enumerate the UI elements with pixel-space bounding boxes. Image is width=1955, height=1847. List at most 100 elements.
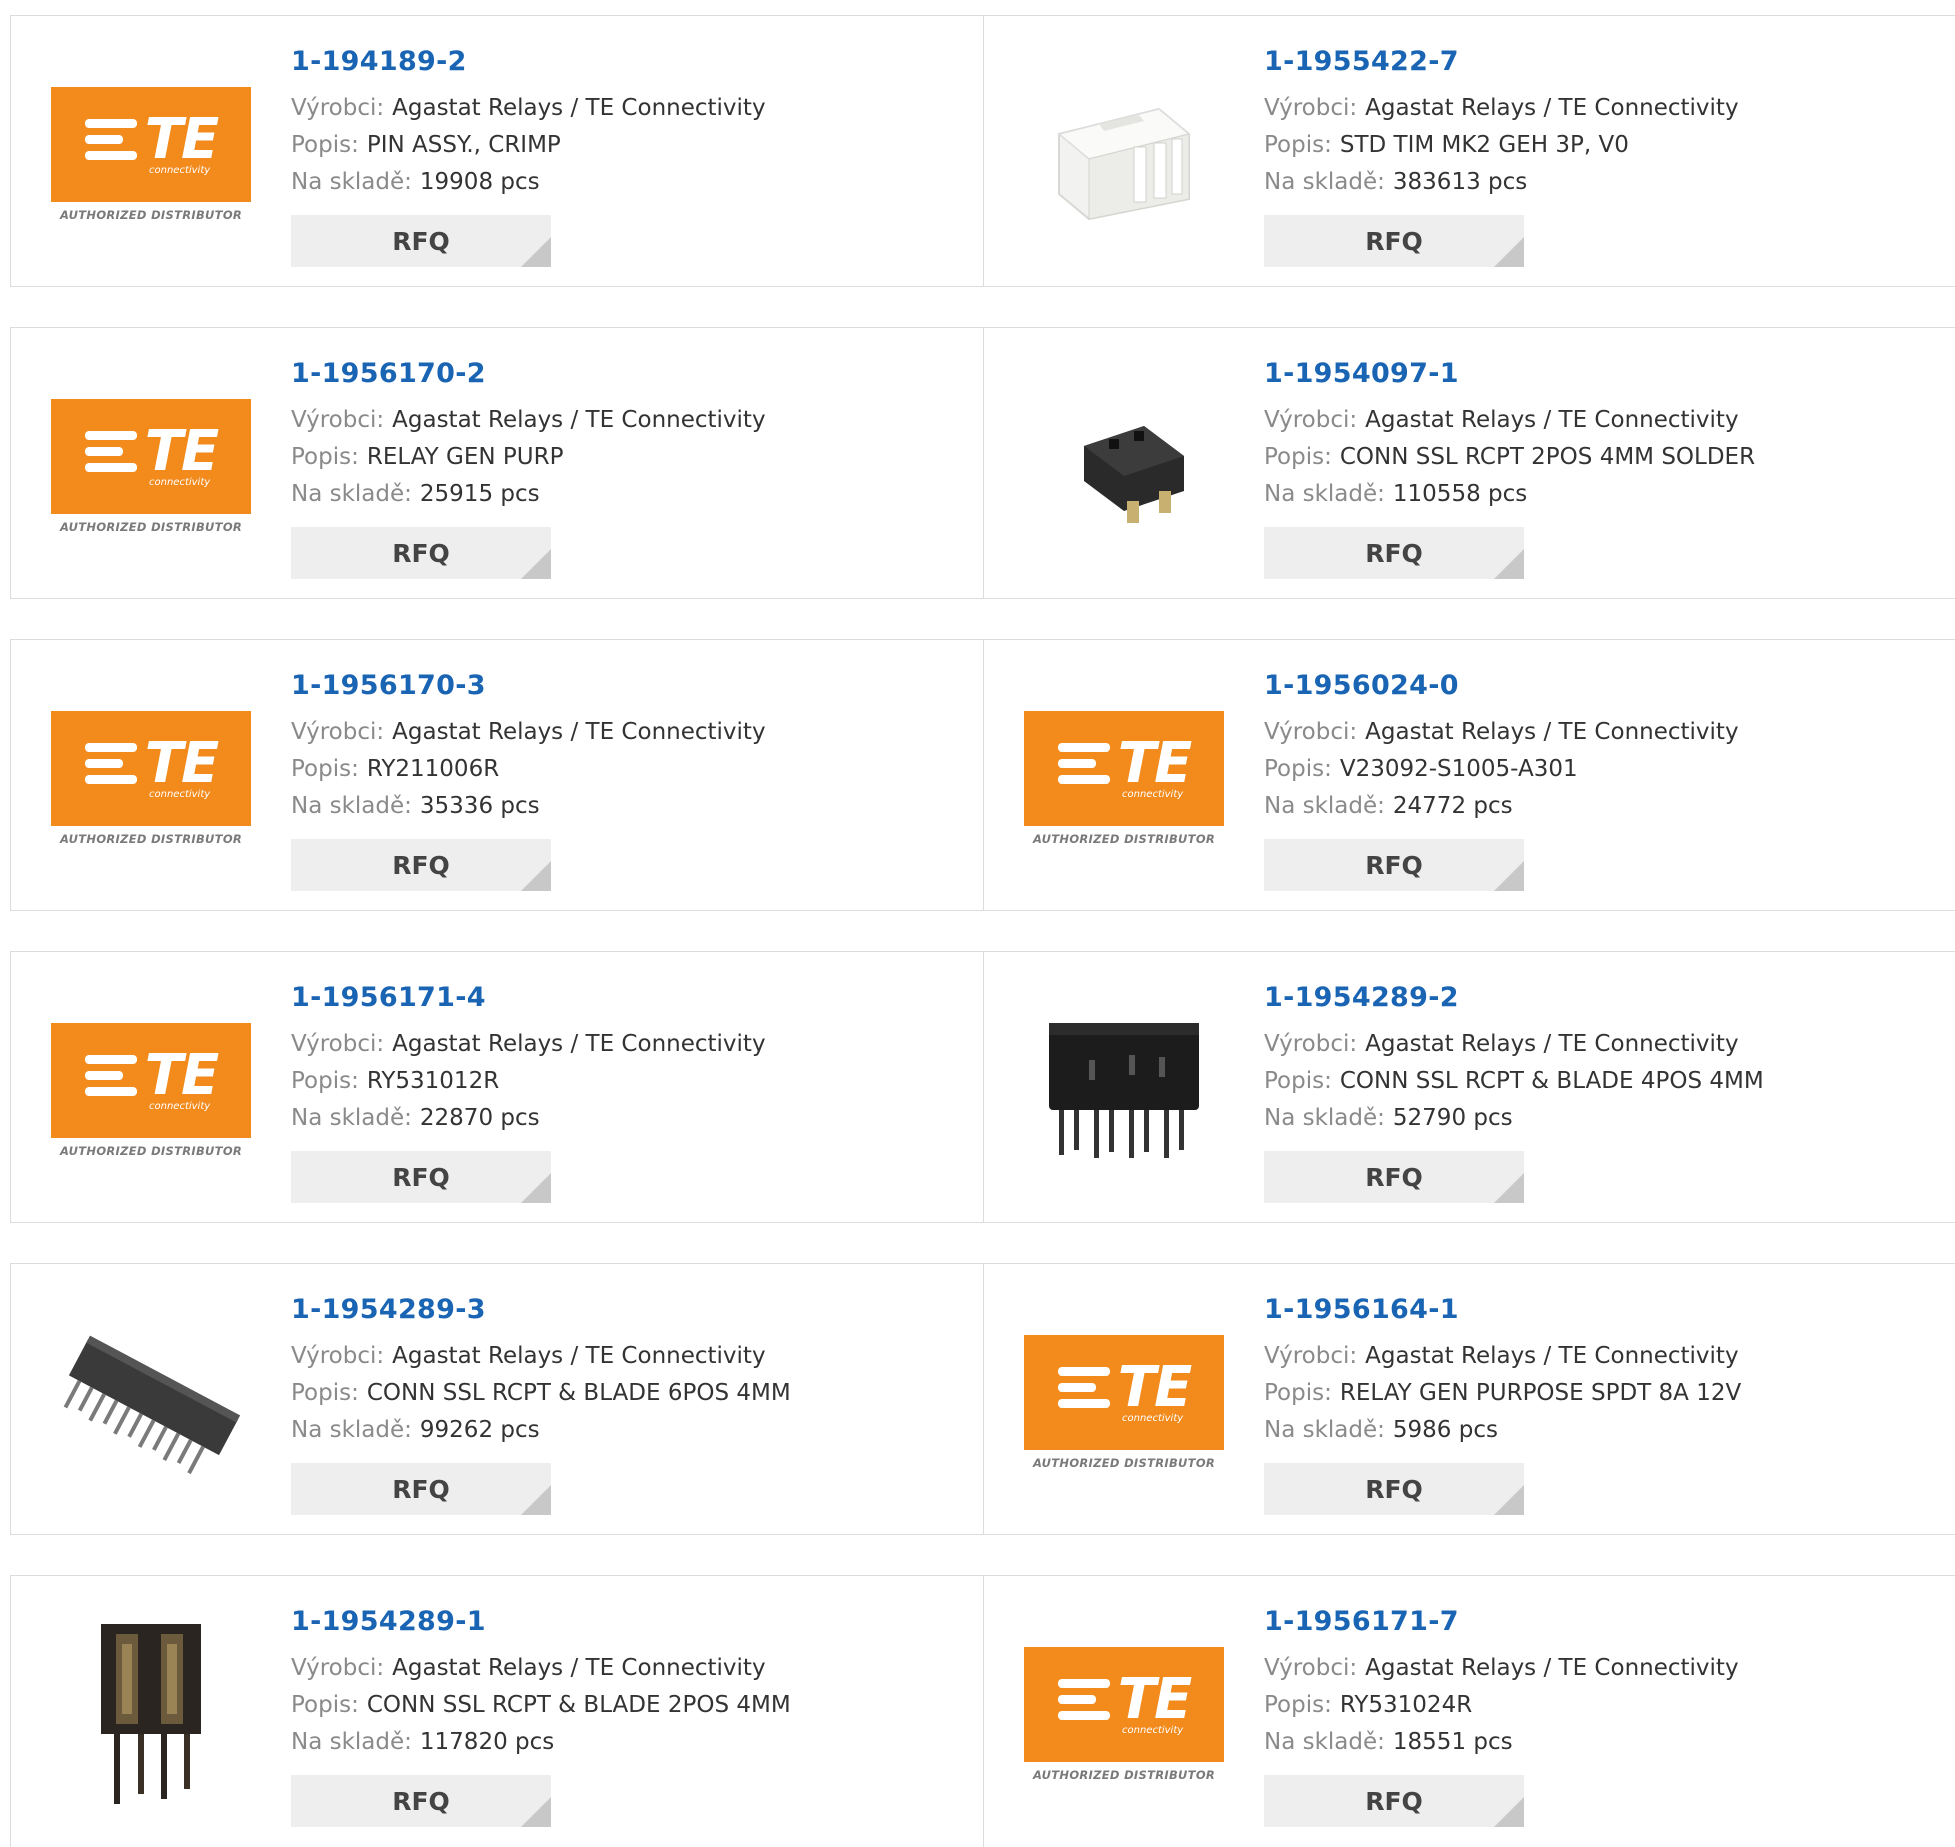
te-logo-stripes — [84, 742, 137, 784]
rfq-button[interactable]: RFQ — [291, 1775, 551, 1827]
description-line: Popis: RY531012R — [291, 1063, 973, 1100]
description-label: Popis: — [1264, 756, 1332, 782]
stock-label: Na skladě: — [291, 169, 412, 195]
te-logo-text: TE — [1117, 1666, 1192, 1732]
description-line: Popis: RY211006R — [291, 751, 973, 788]
part-number-link[interactable]: 1-1956170-3 — [291, 668, 973, 704]
product-image[interactable] — [51, 1614, 251, 1814]
stock-label: Na skladě: — [1264, 793, 1385, 819]
description-value: CONN SSL RCPT & BLADE 6POS 4MM — [366, 1380, 791, 1406]
rfq-button[interactable]: RFQ — [291, 1151, 551, 1203]
manufacturer-line: Výrobci: Agastat Relays / TE Connectivity — [291, 1338, 973, 1375]
description-line: Popis: CONN SSL RCPT 2POS 4MM SOLDER — [1264, 439, 1945, 476]
product-card: TE connectivity AUTHORIZED DISTRIBUTOR 1… — [11, 640, 983, 910]
product-image[interactable] — [1024, 54, 1224, 254]
part-number-link[interactable]: 1-1956171-4 — [291, 980, 973, 1016]
product-info: 1-1955422-7 Výrobci: Agastat Relays / TE … — [1264, 44, 1945, 267]
rfq-button[interactable]: RFQ — [291, 215, 551, 267]
te-logo-stripes — [1057, 742, 1110, 784]
description-line: Popis: CONN SSL RCPT & BLADE 6POS 4MM — [291, 1375, 973, 1412]
rfq-button[interactable]: RFQ — [291, 839, 551, 891]
description-label: Popis: — [291, 756, 359, 782]
te-logo-text: TE — [144, 730, 219, 796]
product-image[interactable]: TE connectivity AUTHORIZED DISTRIBUTOR — [1024, 1614, 1224, 1814]
manufacturer-line: Výrobci: Agastat Relays / TE Connectivity — [291, 1650, 973, 1687]
rfq-button[interactable]: RFQ — [1264, 215, 1524, 267]
te-logo-text: TE — [144, 1042, 219, 1108]
part-number-link[interactable]: 1-1956024-0 — [1264, 668, 1945, 704]
manufacturer-value: Agastat Relays / TE Connectivity — [392, 95, 766, 121]
stock-line: Na skladě: 19908 pcs — [291, 164, 973, 201]
part-number-link[interactable]: 1-1954289-3 — [291, 1292, 973, 1328]
stock-value: 99262 pcs — [419, 1417, 540, 1443]
stock-line: Na skladě: 25915 pcs — [291, 476, 973, 513]
rfq-button[interactable]: RFQ — [1264, 1463, 1524, 1515]
product-card: TE connectivity AUTHORIZED DISTRIBUTOR 1… — [983, 1264, 1955, 1534]
description-line: Popis: RELAY GEN PURP — [291, 439, 973, 476]
stock-value: 110558 pcs — [1392, 481, 1528, 507]
rfq-button[interactable]: RFQ — [1264, 527, 1524, 579]
te-logo-text: TE — [144, 106, 219, 172]
manufacturer-label: Výrobci: — [291, 95, 385, 121]
description-label: Popis: — [1264, 1068, 1332, 1094]
te-logo-mark: TE connectivity — [51, 1022, 251, 1138]
part-number-link[interactable]: 1-1955422-7 — [1264, 44, 1945, 80]
product-image[interactable] — [51, 1302, 251, 1502]
6pos-connector-picture — [63, 1335, 241, 1475]
product-image[interactable] — [1024, 366, 1224, 566]
rfq-button[interactable]: RFQ — [1264, 1151, 1524, 1203]
rfq-button[interactable]: RFQ — [1264, 1775, 1524, 1827]
authorized-distributor-text: AUTHORIZED DISTRIBUTOR — [59, 207, 243, 222]
te-connectivity-logo: TE connectivity AUTHORIZED DISTRIBUTOR — [51, 710, 251, 846]
product-image[interactable]: TE connectivity AUTHORIZED DISTRIBUTOR — [51, 366, 251, 566]
product-image[interactable]: TE connectivity AUTHORIZED DISTRIBUTOR — [1024, 1302, 1224, 1502]
manufacturer-value: Agastat Relays / TE Connectivity — [392, 407, 766, 433]
rfq-corner-decoration — [1494, 1797, 1524, 1827]
stock-line: Na skladě: 18551 pcs — [1264, 1724, 1945, 1761]
rfq-button[interactable]: RFQ — [1264, 839, 1524, 891]
manufacturer-label: Výrobci: — [1264, 1031, 1358, 1057]
rfq-corner-decoration — [521, 549, 551, 579]
description-label: Popis: — [1264, 132, 1332, 158]
product-info: 1-1956164-1 Výrobci: Agastat Relays / TE … — [1264, 1292, 1945, 1515]
4pos-connector-picture — [1049, 1023, 1199, 1158]
manufacturer-label: Výrobci: — [1264, 407, 1358, 433]
te-logo-mark: TE connectivity — [51, 710, 251, 826]
part-number-link[interactable]: 1-1956171-7 — [1264, 1604, 1945, 1640]
manufacturer-line: Výrobci: Agastat Relays / TE Connectivity — [291, 402, 973, 439]
te-logo-mark: TE connectivity — [51, 86, 251, 202]
product-info: 1-1954289-1 Výrobci: Agastat Relays / TE … — [291, 1604, 973, 1827]
product-row: 1-1954289-3 Výrobci: Agastat Relays / TE … — [10, 1263, 1955, 1535]
rfq-corner-decoration — [521, 861, 551, 891]
product-image[interactable]: TE connectivity AUTHORIZED DISTRIBUTOR — [51, 678, 251, 878]
stock-value: 25915 pcs — [419, 481, 540, 507]
white-housing-picture — [1057, 107, 1191, 221]
rfq-button[interactable]: RFQ — [291, 527, 551, 579]
product-image[interactable]: TE connectivity AUTHORIZED DISTRIBUTOR — [1024, 678, 1224, 878]
product-card: 1-1955422-7 Výrobci: Agastat Relays / TE … — [983, 16, 1955, 286]
product-row: TE connectivity AUTHORIZED DISTRIBUTOR 1… — [10, 639, 1955, 911]
stock-line: Na skladě: 35336 pcs — [291, 788, 973, 825]
stock-label: Na skladě: — [291, 1105, 412, 1131]
product-image[interactable]: TE connectivity AUTHORIZED DISTRIBUTOR — [51, 54, 251, 254]
description-value: RY211006R — [366, 756, 500, 782]
product-image[interactable]: TE connectivity AUTHORIZED DISTRIBUTOR — [51, 990, 251, 1190]
stock-label: Na skladě: — [1264, 1105, 1385, 1131]
authorized-distributor-text: AUTHORIZED DISTRIBUTOR — [1032, 1455, 1216, 1470]
part-number-link[interactable]: 1-194189-2 — [291, 44, 973, 80]
rfq-label: RFQ — [392, 850, 450, 880]
product-info: 1-1956171-7 Výrobci: Agastat Relays / TE … — [1264, 1604, 1945, 1827]
part-number-link[interactable]: 1-1954097-1 — [1264, 356, 1945, 392]
product-info: 1-1956024-0 Výrobci: Agastat Relays / TE … — [1264, 668, 1945, 891]
part-number-link[interactable]: 1-1954289-2 — [1264, 980, 1945, 1016]
stock-value: 117820 pcs — [419, 1729, 555, 1755]
product-image[interactable] — [1024, 990, 1224, 1190]
part-number-link[interactable]: 1-1956164-1 — [1264, 1292, 1945, 1328]
rfq-button[interactable]: RFQ — [291, 1463, 551, 1515]
part-number-link[interactable]: 1-1954289-1 — [291, 1604, 973, 1640]
product-info: 1-1954289-2 Výrobci: Agastat Relays / TE … — [1264, 980, 1945, 1203]
part-number-link[interactable]: 1-1956170-2 — [291, 356, 973, 392]
stock-line: Na skladě: 5986 pcs — [1264, 1412, 1945, 1449]
product-info: 1-1954289-3 Výrobci: Agastat Relays / TE … — [291, 1292, 973, 1515]
te-connectivity-logo: TE connectivity AUTHORIZED DISTRIBUTOR — [1024, 710, 1224, 846]
